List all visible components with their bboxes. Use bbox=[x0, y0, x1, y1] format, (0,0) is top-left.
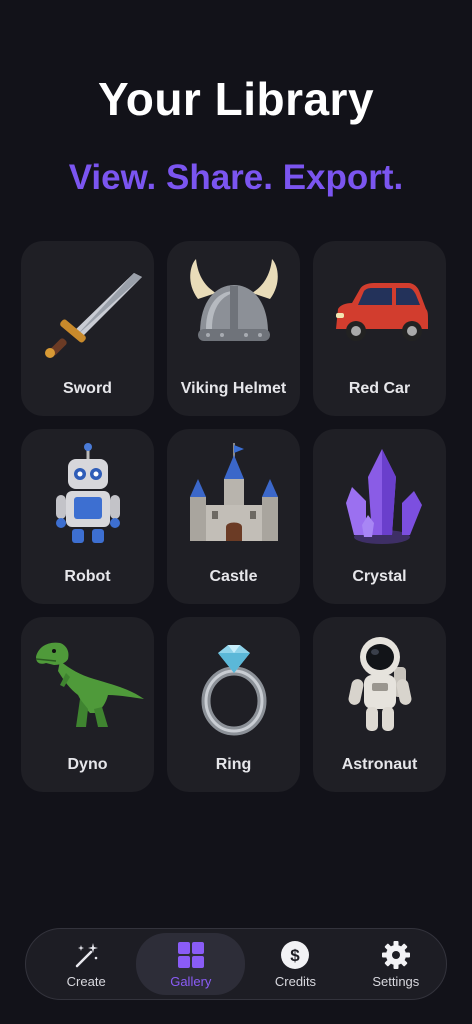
page-subtitle: View. Share. Export. bbox=[68, 158, 404, 197]
ring-icon bbox=[176, 629, 292, 743]
nav-item-credits[interactable]: $ Credits bbox=[245, 932, 345, 996]
robot-icon bbox=[30, 441, 146, 555]
grid-icon bbox=[177, 941, 204, 968]
crystal-icon bbox=[322, 441, 438, 555]
library-item-label: Castle bbox=[209, 568, 258, 585]
nav-item-create[interactable]: Create bbox=[36, 932, 136, 996]
library-grid: Sword Viking Helmet Red Car Robot Castle… bbox=[21, 241, 447, 792]
nav-item-gallery[interactable]: Gallery bbox=[136, 933, 246, 995]
library-item-label: Red Car bbox=[348, 380, 411, 397]
library-item-robot[interactable]: Robot bbox=[21, 429, 154, 604]
library-item-castle[interactable]: Castle bbox=[167, 429, 300, 604]
red-car-icon bbox=[322, 253, 438, 367]
library-item-label: Astronaut bbox=[341, 756, 418, 773]
viking-helmet-icon bbox=[176, 253, 292, 367]
dinosaur-icon bbox=[30, 629, 146, 743]
nav-item-settings[interactable]: Settings bbox=[346, 932, 446, 996]
nav-label-settings: Settings bbox=[372, 973, 420, 989]
library-item-red-car[interactable]: Red Car bbox=[313, 241, 446, 416]
nav-label-create: Create bbox=[66, 973, 106, 989]
castle-icon bbox=[176, 441, 292, 555]
nav-label-gallery: Gallery bbox=[170, 973, 212, 989]
nav-label-credits: Credits bbox=[274, 973, 317, 989]
magic-wand-icon bbox=[75, 942, 99, 967]
library-item-label: Viking Helmet bbox=[180, 380, 287, 397]
svg-text:$: $ bbox=[291, 946, 301, 965]
library-item-crystal[interactable]: Crystal bbox=[313, 429, 446, 604]
library-item-viking-helmet[interactable]: Viking Helmet bbox=[167, 241, 300, 416]
astronaut-icon bbox=[322, 629, 438, 743]
library-item-label: Ring bbox=[215, 756, 252, 773]
dollar-coin-icon: $ bbox=[281, 940, 310, 969]
library-item-label: Dyno bbox=[67, 756, 108, 773]
library-item-ring[interactable]: Ring bbox=[167, 617, 300, 792]
sword-icon bbox=[30, 253, 146, 367]
library-item-label: Crystal bbox=[352, 568, 407, 585]
library-item-sword[interactable]: Sword bbox=[21, 241, 154, 416]
library-item-astronaut[interactable]: Astronaut bbox=[313, 617, 446, 792]
library-item-dyno[interactable]: Dyno bbox=[21, 617, 154, 792]
gear-icon bbox=[381, 940, 410, 969]
library-item-label: Robot bbox=[64, 568, 111, 585]
page-title: Your Library bbox=[97, 73, 375, 125]
bottom-nav: Create Gallery $ Credits Settings bbox=[25, 928, 447, 1000]
library-item-label: Sword bbox=[63, 380, 112, 397]
